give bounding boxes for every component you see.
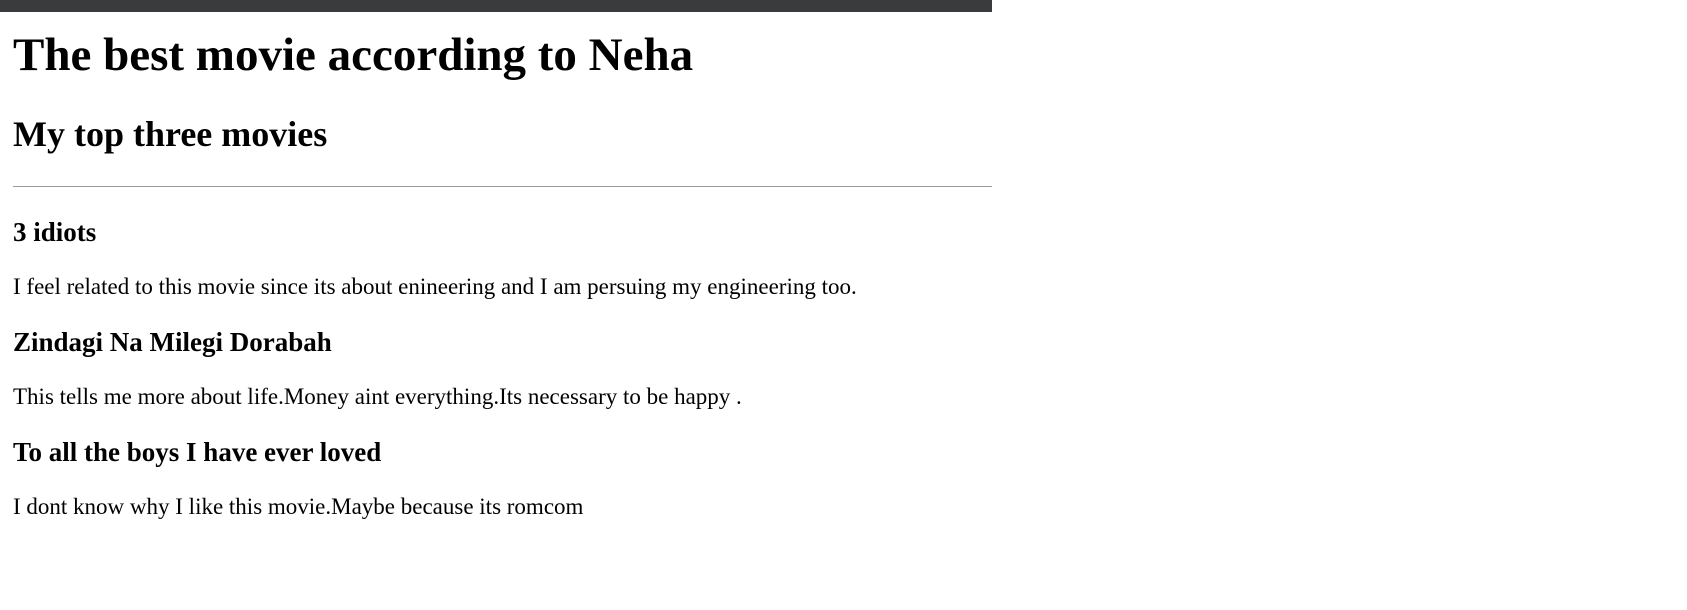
movie-title: Zindagi Na Milegi Dorabah: [13, 326, 332, 357]
movie-entry: Zindagi Na Milegi Dorabah This tells me …: [13, 327, 992, 410]
movie-entry: 3 idiots I feel related to this movie si…: [13, 217, 992, 300]
page-subtitle: My top three movies: [13, 113, 328, 154]
page-title: The best movie according to Neha: [13, 29, 694, 81]
divider: [13, 185, 992, 187]
browser-top-bar: [0, 0, 992, 12]
movie-description: This tells me more about life.Money aint…: [13, 384, 742, 410]
movie-title: 3 idiots: [13, 216, 97, 247]
movie-entry: To all the boys I have ever loved I dont…: [13, 437, 992, 520]
page-content: The best movie according to Neha My top …: [13, 12, 992, 520]
movie-description: I feel related to this movie since its a…: [13, 274, 857, 300]
movie-title: To all the boys I have ever loved: [13, 436, 382, 467]
movie-description: I dont know why I like this movie.Maybe …: [13, 494, 584, 520]
